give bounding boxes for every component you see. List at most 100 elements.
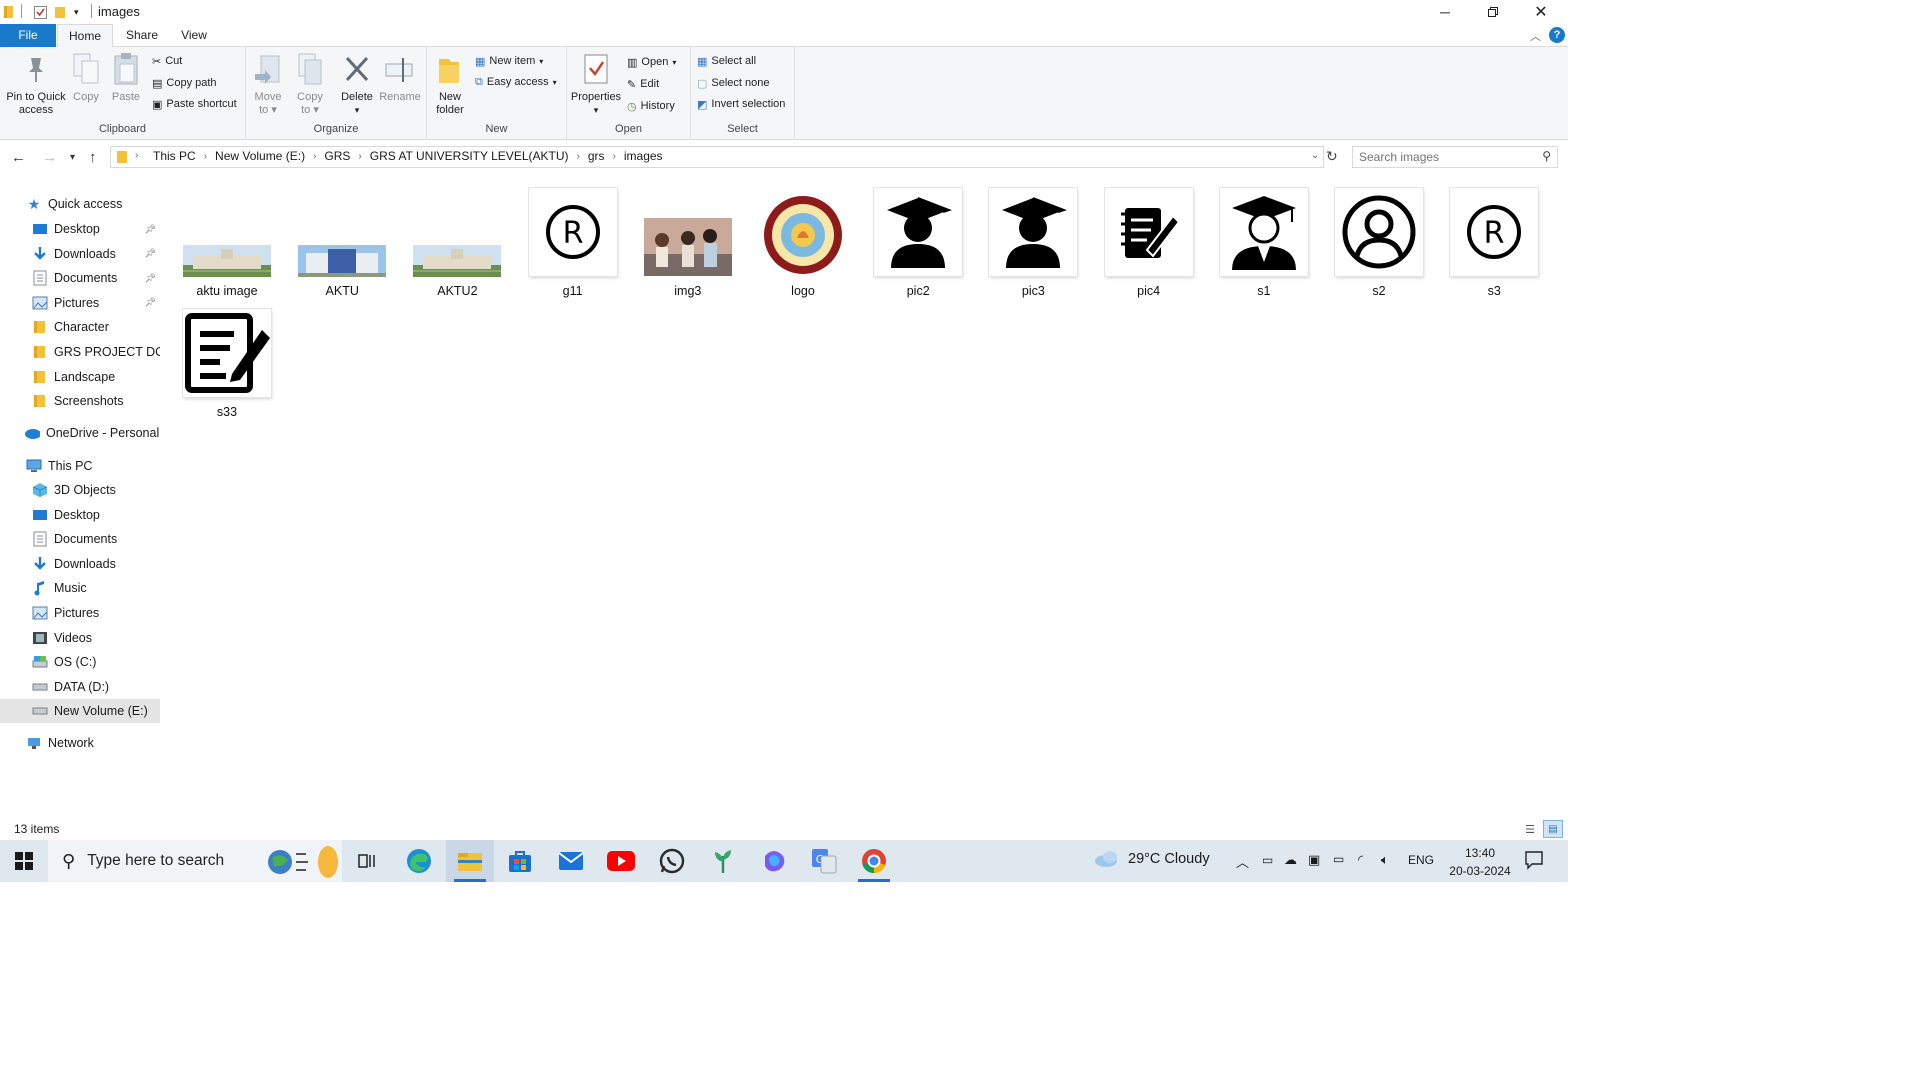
file-item[interactable]: pic4 bbox=[1097, 180, 1201, 300]
search-icon[interactable]: ⚲ bbox=[1542, 149, 1551, 163]
nav-quick-grs-project-docu[interactable]: GRS PROJECT DOCU bbox=[0, 340, 160, 364]
breadcrumb-new-volume[interactable]: New Volume (E:) bbox=[211, 149, 309, 163]
help-icon[interactable]: ? bbox=[1549, 27, 1565, 43]
breadcrumb-this-pc[interactable]: This PC bbox=[149, 149, 200, 163]
back-arrow-icon[interactable]: ← bbox=[11, 149, 26, 166]
details-view-icon[interactable]: ☰ bbox=[1521, 821, 1539, 837]
select-all-button[interactable]: ▦ Select all bbox=[697, 51, 756, 71]
minimize-icon[interactable]: ─ bbox=[1422, 0, 1468, 24]
copilot-icon[interactable] bbox=[750, 840, 798, 882]
properties-button[interactable]: Properties ▾ bbox=[569, 51, 623, 117]
properties-quick-icon[interactable] bbox=[34, 4, 47, 20]
file-item[interactable]: s2 bbox=[1327, 180, 1431, 300]
tab-share[interactable]: Share bbox=[120, 24, 164, 47]
nav-quick-screenshots[interactable]: Screenshots bbox=[0, 389, 160, 413]
show-hidden-icons-icon[interactable]: ︿ bbox=[1236, 852, 1249, 871]
translate-icon[interactable]: G bbox=[800, 840, 848, 882]
large-icons-view-icon[interactable]: ▤ bbox=[1543, 820, 1563, 838]
tab-home[interactable]: Home bbox=[57, 24, 113, 48]
paste-button[interactable]: Paste bbox=[106, 51, 146, 104]
select-none-button[interactable]: ▢ Select none bbox=[697, 73, 770, 93]
breadcrumb-chevron-icon[interactable]: › bbox=[573, 151, 584, 162]
invert-selection-button[interactable]: ◩ Invert selection bbox=[697, 94, 785, 114]
file-item[interactable]: pic3 bbox=[981, 180, 1085, 300]
copy-path-button[interactable]: ▤ Copy path bbox=[152, 73, 217, 93]
file-item[interactable]: aktu image bbox=[175, 180, 279, 300]
chrome-icon[interactable] bbox=[850, 840, 898, 882]
nav-pc-desktop[interactable]: Desktop bbox=[0, 503, 160, 527]
delete-button[interactable]: Delete ▾ bbox=[336, 51, 378, 117]
file-item[interactable]: s1 bbox=[1212, 180, 1316, 300]
search-field[interactable]: ⚲ bbox=[1352, 146, 1558, 168]
easy-access-button[interactable]: ⧉ Easy access ▾ bbox=[475, 72, 557, 92]
up-arrow-icon[interactable]: ↑ bbox=[89, 149, 97, 166]
new-folder-button[interactable]: New folder bbox=[431, 51, 469, 117]
file-item[interactable]: Rs3 bbox=[1442, 180, 1546, 300]
whatsapp-icon[interactable] bbox=[648, 840, 696, 882]
nav-pc-os-c[interactable]: OS (C:) bbox=[0, 650, 160, 674]
file-item[interactable]: s33 bbox=[175, 301, 279, 421]
breadcrumb-grs-sub[interactable]: grs bbox=[584, 149, 609, 163]
nav-pc-pictures[interactable]: Pictures bbox=[0, 601, 160, 625]
nav-this-pc[interactable]: This PC bbox=[0, 454, 160, 478]
store-icon[interactable] bbox=[496, 840, 544, 882]
meet-now-icon[interactable]: ▭ bbox=[1262, 853, 1273, 867]
windows-start-icon[interactable] bbox=[0, 840, 48, 882]
open-button[interactable]: ▥ Open ▾ bbox=[627, 52, 676, 72]
weather-widget[interactable]: 29°C Cloudy bbox=[1094, 850, 1210, 868]
nav-pc-documents[interactable]: Documents bbox=[0, 527, 160, 551]
address-dropdown-icon[interactable]: ⌄ bbox=[1311, 150, 1319, 161]
tab-file[interactable]: File bbox=[0, 24, 56, 47]
breadcrumb-chevron-icon[interactable]: › bbox=[609, 151, 620, 162]
battery-icon[interactable]: ▭ bbox=[1333, 852, 1344, 866]
nav-onedrive[interactable]: OneDrive - Personal bbox=[0, 421, 160, 445]
file-item[interactable]: AKTU2 bbox=[405, 180, 509, 300]
breadcrumb-grs-university[interactable]: GRS AT UNIVERSITY LEVEL(AKTU) bbox=[366, 149, 573, 163]
copy-to-button[interactable]: Copy to ▾ bbox=[290, 51, 330, 117]
file-item[interactable]: pic2 bbox=[866, 180, 970, 300]
nav-pc-music[interactable]: Music bbox=[0, 576, 160, 600]
delete-dropdown-icon[interactable]: ▾ bbox=[336, 104, 378, 117]
copy-button[interactable]: Copy bbox=[66, 51, 106, 104]
search-input[interactable] bbox=[1353, 147, 1533, 167]
tab-view[interactable]: View bbox=[172, 24, 216, 47]
new-folder-quick-icon[interactable] bbox=[55, 4, 66, 20]
breadcrumb-images[interactable]: images bbox=[620, 149, 667, 163]
forward-arrow-icon[interactable]: → bbox=[42, 149, 57, 166]
nav-pc-3d-objects[interactable]: 3D Objects bbox=[0, 478, 160, 502]
file-item[interactable]: Rg11 bbox=[521, 180, 625, 300]
restore-icon[interactable] bbox=[1470, 0, 1516, 24]
nav-pc-data-d[interactable]: DATA (D:) bbox=[0, 675, 160, 699]
clock[interactable]: 13:40 20-03-2024 bbox=[1444, 844, 1516, 880]
customize-toolbar-icon[interactable]: ▾ bbox=[74, 4, 79, 20]
file-item[interactable]: img3 bbox=[636, 180, 740, 300]
collapse-ribbon-icon[interactable]: ︿ bbox=[1530, 28, 1541, 44]
cut-button[interactable]: ✂ Cut bbox=[152, 51, 182, 71]
mail-icon[interactable] bbox=[547, 840, 595, 882]
nav-pc-videos[interactable]: Videos bbox=[0, 626, 160, 650]
nav-quick-desktop[interactable]: Desktop 📌︎ bbox=[0, 217, 160, 241]
address-bar[interactable]: › This PC › New Volume (E:) › GRS › GRS AT … bbox=[110, 146, 1324, 168]
nav-pc-downloads[interactable]: Downloads bbox=[0, 552, 160, 576]
task-view-icon[interactable] bbox=[343, 840, 391, 882]
wifi-icon[interactable]: ◜ bbox=[1358, 852, 1363, 868]
breadcrumb-chevron-icon[interactable]: › bbox=[309, 151, 320, 162]
taskbar-search[interactable]: ⚲ Type here to search bbox=[48, 840, 342, 882]
file-item[interactable]: logo bbox=[751, 180, 855, 300]
file-item[interactable]: AKTU bbox=[290, 180, 394, 300]
display-tray-icon[interactable]: ▣ bbox=[1308, 852, 1320, 868]
pin-to-quick-access-button[interactable]: Pin to Quick access bbox=[4, 51, 68, 117]
paste-shortcut-button[interactable]: ▣ Paste shortcut bbox=[152, 94, 237, 114]
plant-app-icon[interactable] bbox=[699, 840, 747, 882]
nav-pc-new-volume-e[interactable]: New Volume (E:) bbox=[0, 699, 160, 724]
move-to-button[interactable]: Move to ▾ bbox=[248, 51, 288, 117]
refresh-icon[interactable]: ↻ bbox=[1326, 148, 1338, 165]
nav-quick-documents[interactable]: Documents 📌︎ bbox=[0, 266, 160, 290]
edit-button[interactable]: ✎ Edit bbox=[627, 74, 659, 94]
edge-icon[interactable] bbox=[395, 840, 443, 882]
onedrive-tray-icon[interactable]: ☁ bbox=[1284, 852, 1297, 868]
new-item-button[interactable]: ▦ New item ▾ bbox=[475, 51, 543, 71]
file-explorer-icon[interactable] bbox=[446, 840, 494, 882]
nav-network[interactable]: Network bbox=[0, 731, 160, 755]
nav-quick-downloads[interactable]: Downloads 📌︎ bbox=[0, 242, 160, 266]
